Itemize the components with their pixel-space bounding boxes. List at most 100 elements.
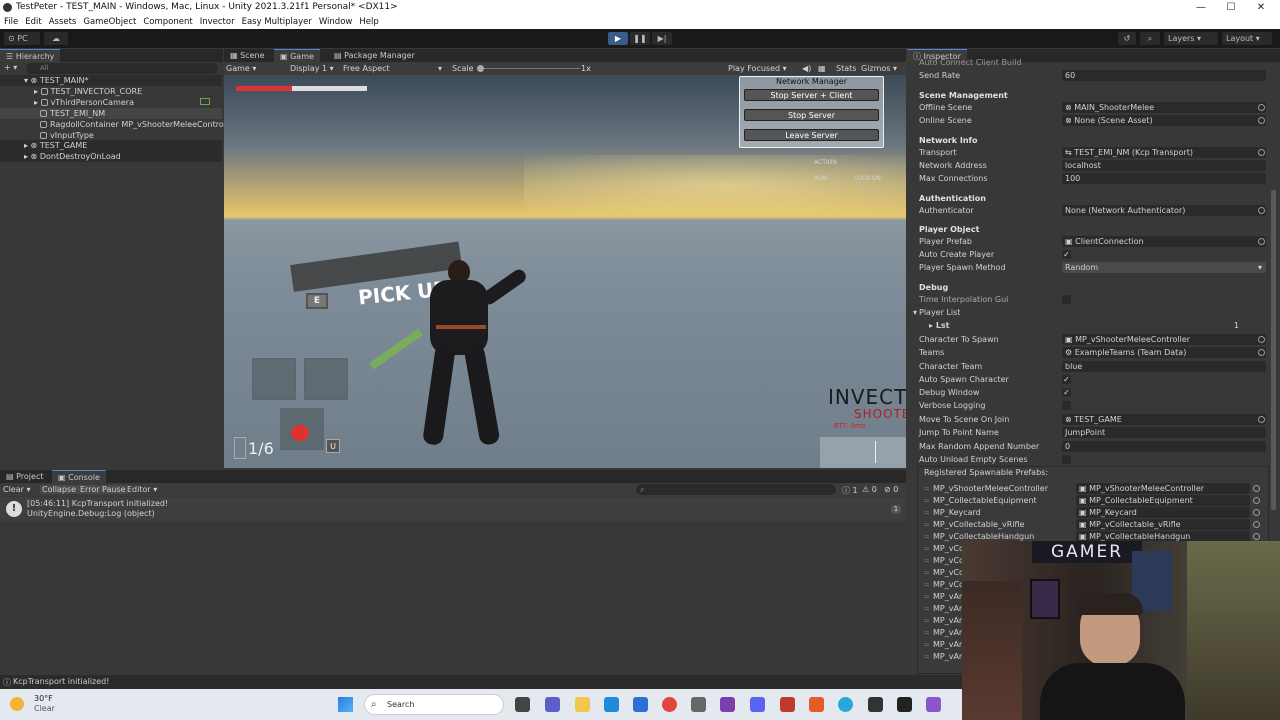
hierarchy-item-scene[interactable]: ▸ ⊗ DontDestroyOnLoad [0, 151, 222, 162]
online-scene-field[interactable]: ⊗ None (Scene Asset) [1062, 115, 1266, 126]
tab-game[interactable]: ▣ Game [274, 49, 320, 62]
task-view-icon[interactable] [515, 697, 530, 712]
browser-icon[interactable] [838, 697, 853, 712]
visual-studio-icon[interactable] [926, 697, 941, 712]
object-picker-icon[interactable] [1253, 485, 1260, 492]
hierarchy-item-scene[interactable]: ▸ ⊗ TEST_GAME [0, 140, 222, 151]
player-spawn-method-dropdown[interactable]: Random ▾ [1062, 262, 1266, 273]
player-prefab-field[interactable]: ▣ ClientConnection [1062, 236, 1266, 247]
aspect-dropdown[interactable]: Free Aspect [343, 64, 390, 73]
stats-button[interactable]: Stats [836, 64, 856, 73]
character-to-spawn-field[interactable]: ▣ MP_vShooterMeleeController [1062, 334, 1266, 345]
debug-window-checkbox[interactable]: ✓ [1062, 388, 1071, 397]
hierarchy-item[interactable]: ▸ TEST_INVECTOR_CORE [0, 86, 222, 97]
object-picker-icon[interactable] [1258, 117, 1265, 124]
clear-button[interactable]: Clear ▾ [3, 485, 30, 494]
prefab-drag-handle[interactable]: = [923, 484, 930, 493]
menu-invector[interactable]: Invector [196, 15, 238, 29]
leave-server-button[interactable]: Leave Server [744, 129, 879, 141]
object-picker-icon[interactable] [1258, 207, 1265, 214]
search-icon[interactable]: ⌕ [1140, 32, 1160, 45]
hierarchy-search-input[interactable]: All [26, 63, 218, 74]
collapse-button[interactable]: Collapse [40, 485, 78, 494]
prefab-object-field[interactable]: ▣ MP_vCollectable_vRifle [1076, 519, 1250, 530]
tab-console[interactable]: ▣ Console [52, 470, 106, 483]
store-icon[interactable] [633, 697, 648, 712]
menu-help[interactable]: Help [355, 15, 381, 29]
object-picker-icon[interactable] [1253, 533, 1260, 540]
prefab-object-field[interactable]: ▣ MP_Keycard [1076, 507, 1250, 518]
stop-server-client-button[interactable]: Stop Server + Client [744, 89, 879, 101]
menu-assets[interactable]: Assets [45, 15, 80, 29]
prefab-drag-handle[interactable]: = [923, 616, 930, 625]
verbose-logging-checkbox[interactable] [1062, 401, 1071, 410]
object-picker-icon[interactable] [1253, 521, 1260, 528]
history-icon[interactable]: ↺ [1118, 32, 1136, 45]
max-random-append-number-field[interactable]: 0 [1062, 441, 1266, 452]
gizmos-button[interactable]: Gizmos ▾ [861, 64, 897, 73]
cloud-icon[interactable]: ☁ [44, 32, 68, 45]
file-explorer-icon[interactable] [575, 697, 590, 712]
hierarchy-item-selected[interactable]: TEST_EMI_NM [0, 108, 222, 119]
prefab-drag-handle[interactable]: = [923, 532, 930, 541]
prefab-drag-handle[interactable]: = [923, 568, 930, 577]
prefab-drag-handle[interactable]: = [923, 592, 930, 601]
step-button[interactable]: ▶| [652, 32, 672, 45]
authenticator-field[interactable]: None (Network Authenticator) [1062, 205, 1266, 216]
menu-component[interactable]: Component [139, 15, 195, 29]
move-to-scene-on-join-field[interactable]: ⊗ TEST_GAME [1062, 414, 1266, 425]
menu-easy-multiplayer[interactable]: Easy Multiplayer [238, 15, 315, 29]
unity-hub-icon[interactable] [868, 697, 883, 712]
object-picker-icon[interactable] [1258, 104, 1265, 111]
edge-icon[interactable] [604, 697, 619, 712]
close-button[interactable]: ✕ [1238, 0, 1280, 15]
platform-button[interactable]: ⊙ PC [4, 32, 40, 45]
menu-gameobject[interactable]: GameObject [79, 15, 139, 29]
hierarchy-item[interactable]: RagdollContainer MP_vShooterMeleeControl… [0, 119, 228, 130]
console-search-input[interactable] [636, 484, 836, 495]
object-picker-icon[interactable] [1258, 336, 1265, 343]
inspector-scrollbar[interactable] [1271, 190, 1276, 510]
transport-field[interactable]: ⇆ TEST_EMI_NM (Kcp Transport) [1062, 147, 1266, 158]
recording-app-icon[interactable] [780, 697, 795, 712]
menu-file[interactable]: File [0, 15, 21, 29]
max-connections-field[interactable]: 100 [1062, 173, 1266, 184]
hierarchy-item[interactable]: ▸ vThirdPersonCamera [0, 97, 222, 108]
character-team-field[interactable]: blue [1062, 361, 1266, 372]
layout-dropdown[interactable]: Layout ▾ [1222, 32, 1272, 45]
display-dropdown[interactable]: Display 1 ▾ [290, 64, 334, 73]
menu-window[interactable]: Window [315, 15, 356, 29]
info-count[interactable]: ⓘ 1 [842, 485, 858, 496]
prefab-object-field[interactable]: ▣ MP_vShooterMeleeController [1076, 483, 1250, 494]
gizmo-view-icon[interactable]: ▦ [818, 64, 826, 73]
jump-to-point-name-field[interactable]: JumpPoint [1062, 427, 1266, 438]
prefab-drag-handle[interactable]: = [923, 652, 930, 661]
send-rate-field[interactable]: 60 [1062, 70, 1266, 81]
error-pause-button[interactable]: Error Pause [78, 485, 128, 494]
network-address-field[interactable]: localhost [1062, 160, 1266, 171]
prefab-drag-handle[interactable]: = [923, 640, 930, 649]
teams-field[interactable]: ⚙ ExampleTeams (Team Data) [1062, 347, 1266, 358]
onenote-icon[interactable] [720, 697, 735, 712]
prefab-drag-handle[interactable]: = [923, 520, 930, 529]
auto-spawn-character-checkbox[interactable]: ✓ [1062, 375, 1071, 384]
prefab-object-field[interactable]: ▣ MP_CollectableEquipment [1076, 495, 1250, 506]
aspect-chevron-icon[interactable]: ▾ [438, 64, 442, 73]
editor-dropdown[interactable]: Editor ▾ [127, 485, 157, 494]
prefab-drag-handle[interactable]: = [923, 508, 930, 517]
object-picker-icon[interactable] [1258, 238, 1265, 245]
auto-unload-empty-scenes-checkbox[interactable] [1062, 455, 1071, 464]
hierarchy-item-scene[interactable]: ▾ ⊗ TEST_MAIN* [0, 75, 222, 86]
offline-scene-field[interactable]: ⊗ MAIN_ShooterMelee [1062, 102, 1266, 113]
time-interpolation-gui-checkbox[interactable] [1062, 295, 1071, 304]
lst-size-field[interactable]: 1 [1062, 320, 1242, 331]
tab-hierarchy[interactable]: ☰ Hierarchy [0, 49, 61, 62]
object-picker-icon[interactable] [1258, 416, 1265, 423]
windows-start-icon[interactable] [338, 697, 353, 712]
prefab-drag-handle[interactable]: = [923, 580, 930, 589]
object-picker-icon[interactable] [1258, 149, 1265, 156]
game-mode-dropdown[interactable]: Game ▾ [226, 64, 256, 73]
snipping-tool-icon[interactable] [691, 697, 706, 712]
tab-package-manager[interactable]: ▤ Package Manager [328, 49, 421, 62]
auto-create-player-checkbox[interactable]: ✓ [1062, 250, 1071, 259]
